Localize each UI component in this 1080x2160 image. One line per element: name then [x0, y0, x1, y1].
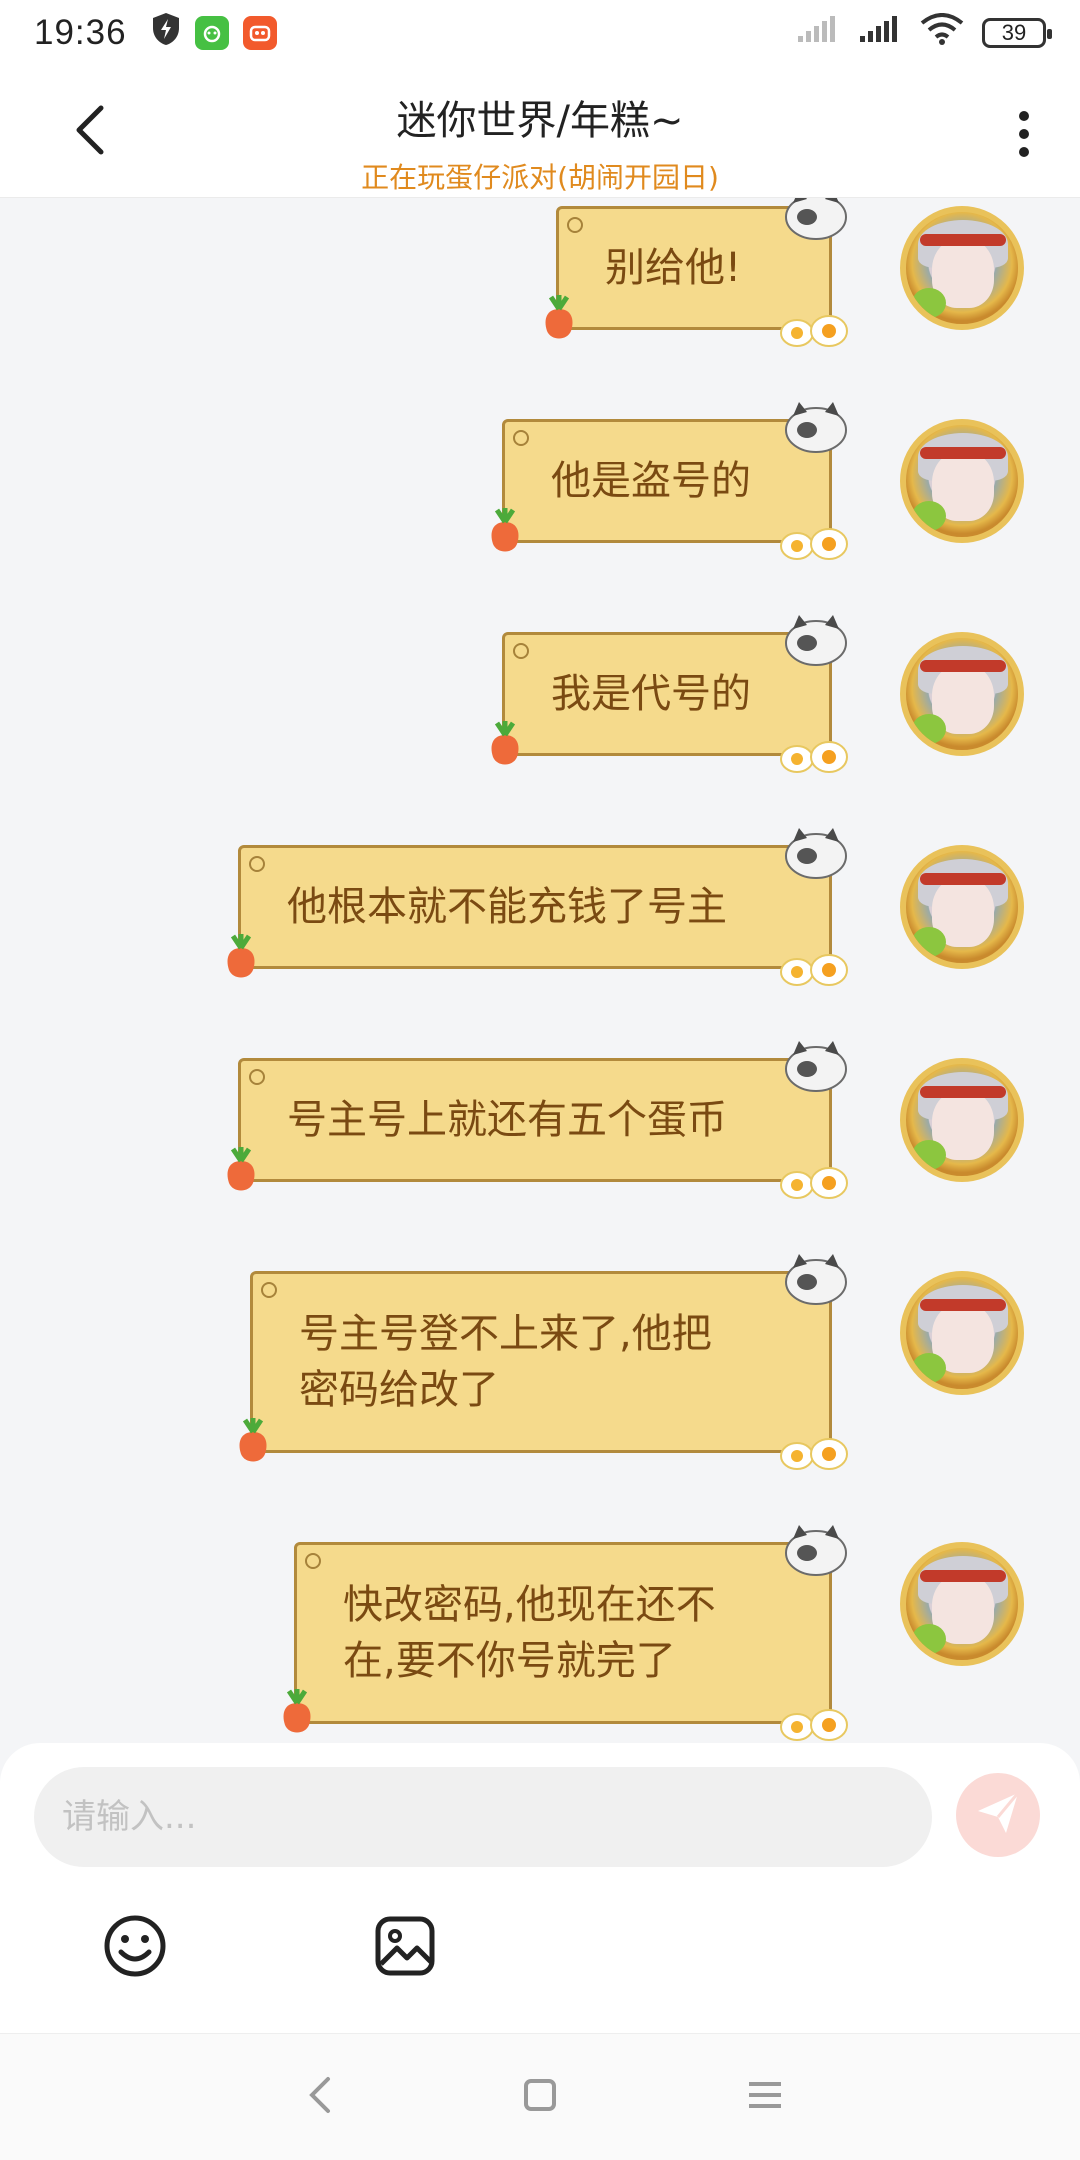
message-bubble[interactable]: 我是代号的 [491, 615, 848, 773]
egg-icon [780, 1438, 848, 1470]
carrot-icon [283, 1689, 311, 1733]
message-text: 我是代号的 [551, 671, 751, 717]
avatar-leaf [912, 1624, 946, 1654]
cat-icon [785, 828, 847, 879]
egg-icon [780, 741, 848, 773]
signal-icon [796, 13, 840, 53]
clock: 19:36 [34, 13, 127, 52]
egg-icon [780, 1167, 848, 1199]
avatar-headband [920, 1570, 1006, 1582]
avatar-headband [920, 1086, 1006, 1098]
carrot-icon [545, 295, 573, 339]
message-text: 号主号登不上来了,他把 密码给改了 [299, 1311, 712, 1413]
avatar[interactable] [900, 632, 1024, 756]
screw-icon [261, 1282, 277, 1298]
screw-icon [249, 1069, 265, 1085]
vertical-dots-icon-dot [1019, 129, 1029, 139]
egg-icon [780, 1709, 848, 1741]
vertical-dots-icon-dot [1019, 147, 1029, 157]
chat-subtitle: 正在玩蛋仔派对(胡闹开园日) [361, 161, 719, 194]
message-input[interactable] [34, 1767, 932, 1867]
menu-nav-icon [747, 2080, 783, 2114]
avatar-headband [920, 660, 1006, 672]
avatar[interactable] [900, 845, 1024, 969]
battery-level: 39 [1001, 20, 1027, 45]
green-app-icon [194, 16, 229, 50]
message-bubble[interactable]: 号主号登不上来了,他把 密码给改了 [239, 1254, 848, 1470]
home-nav-icon [523, 2078, 557, 2116]
message-list[interactable]: 别给他! 他是盗号的 我是代号的 他根本就不能充钱了号主 号主号上就还有五个蛋币… [0, 198, 1080, 1743]
screw-icon [249, 856, 265, 872]
carrot-icon [227, 934, 255, 978]
message-bubble[interactable]: 别给他! [545, 198, 848, 347]
send-icon [974, 1789, 1022, 1841]
cat-icon [785, 198, 847, 240]
avatar-headband [920, 1299, 1006, 1311]
avatar-headband [920, 873, 1006, 885]
image-button[interactable] [370, 1913, 440, 1983]
avatar-leaf [912, 1140, 946, 1170]
avatar-leaf [912, 714, 946, 744]
back-nav-icon [308, 2075, 332, 2119]
cat-icon [785, 615, 847, 666]
send-button[interactable] [956, 1773, 1040, 1857]
avatar[interactable] [900, 1058, 1024, 1182]
message-bubble[interactable]: 快改密码,他现在还不 在,要不你号就完了 [283, 1525, 848, 1741]
avatar-leaf [912, 501, 946, 531]
egg-icon [780, 315, 848, 347]
nav-back-button[interactable] [290, 2072, 350, 2122]
cat-icon [785, 1041, 847, 1092]
message-text: 号主号上就还有五个蛋币 [287, 1097, 727, 1143]
message-text: 他根本就不能充钱了号主 [287, 884, 727, 930]
screw-icon [567, 217, 583, 233]
egg-icon [780, 954, 848, 986]
message-bubble[interactable]: 号主号上就还有五个蛋币 [227, 1041, 848, 1199]
cat-icon [785, 402, 847, 453]
avatar[interactable] [900, 1271, 1024, 1395]
avatar[interactable] [900, 419, 1024, 543]
avatar-leaf [912, 927, 946, 957]
carrot-icon [239, 1418, 267, 1462]
screw-icon [513, 430, 529, 446]
avatar[interactable] [900, 1542, 1024, 1666]
avatar-leaf [912, 288, 946, 318]
signal-icon-2 [858, 13, 902, 53]
avatar[interactable] [900, 206, 1024, 330]
egg-icon [780, 528, 848, 560]
emoji-icon [103, 1914, 167, 1982]
carrot-icon [227, 1147, 255, 1191]
cat-icon [785, 1254, 847, 1305]
message-text: 他是盗号的 [551, 458, 751, 504]
chat-header: 迷你世界/年糕~ 正在玩蛋仔派对(胡闹开园日) [0, 66, 1080, 198]
screw-icon [513, 643, 529, 659]
message-bubble[interactable]: 他根本就不能充钱了号主 [227, 828, 848, 986]
wifi-icon [920, 12, 964, 54]
nav-menu-button[interactable] [735, 2072, 795, 2122]
battery-indicator: 39 [982, 18, 1052, 48]
nav-home-button[interactable] [510, 2072, 570, 2122]
more-options-button[interactable] [1004, 104, 1044, 164]
screw-icon [305, 1553, 321, 1569]
image-icon [373, 1914, 437, 1982]
message-text: 别给他! [605, 245, 742, 291]
system-nav-bar [0, 2033, 1080, 2160]
orange-app-icon [242, 16, 277, 50]
message-text: 快改密码,他现在还不 在,要不你号就完了 [343, 1582, 716, 1684]
carrot-icon [491, 721, 519, 765]
composer [0, 1743, 1080, 2033]
vertical-dots-icon [1019, 111, 1029, 121]
emoji-button[interactable] [100, 1913, 170, 1983]
cat-icon [785, 1525, 847, 1576]
shield-bolt-icon [151, 12, 181, 55]
status-bar: 19:36 39 [0, 0, 1080, 66]
avatar-leaf [912, 1353, 946, 1383]
message-bubble[interactable]: 他是盗号的 [491, 402, 848, 560]
carrot-icon [491, 508, 519, 552]
avatar-headband [920, 234, 1006, 246]
chat-title: 迷你世界/年糕~ [396, 98, 684, 144]
avatar-headband [920, 447, 1006, 459]
